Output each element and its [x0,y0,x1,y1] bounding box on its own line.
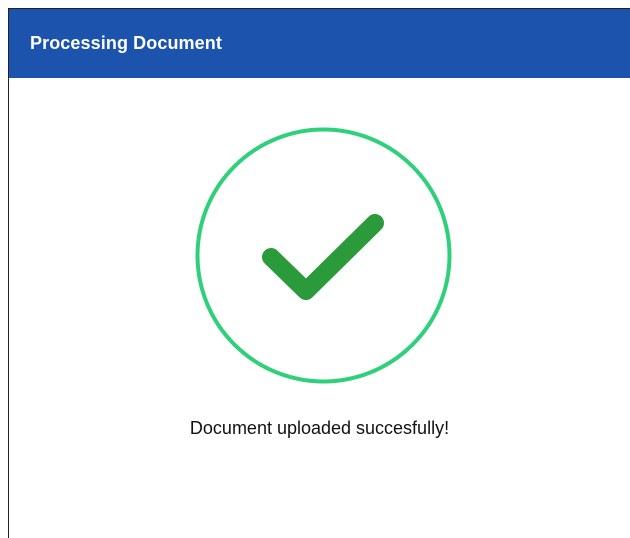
success-check-icon [195,127,452,384]
dialog-title: Processing Document [30,33,222,53]
upload-status-message: Document uploaded succesfully! [189,418,450,438]
dialog-header: Processing Document [9,9,630,78]
dialog-body: Document uploaded succesfully! [9,78,630,538]
processing-dialog: Processing Document Document uploaded su… [8,8,630,538]
checkmark-icon [262,214,384,300]
success-ring [195,127,452,384]
